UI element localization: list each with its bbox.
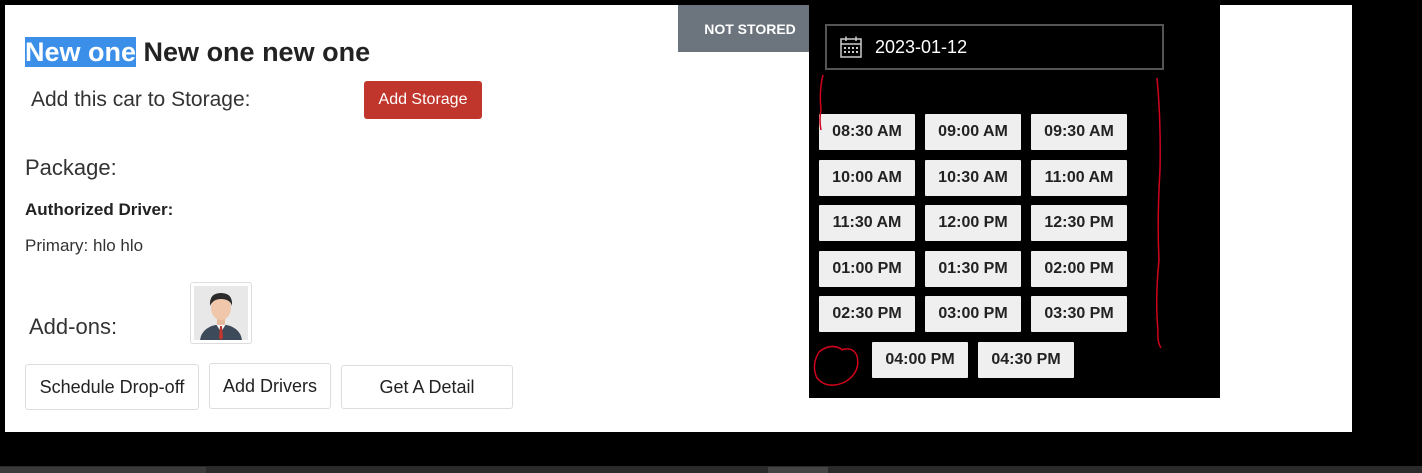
get-detail-button[interactable]: Get A Detail	[341, 365, 513, 409]
add-drivers-button[interactable]: Add Drivers	[209, 363, 331, 409]
taskbar	[0, 466, 1422, 473]
selected-date: 2023-01-12	[875, 36, 968, 57]
taskbar-segment	[768, 467, 828, 473]
red-annotation-marks	[813, 74, 1162, 386]
title-highlighted-text: New one	[25, 37, 137, 67]
add-storage-button[interactable]: Add Storage	[364, 81, 482, 119]
title-text: New one new one	[143, 37, 371, 67]
page-title: New one New one new one	[25, 34, 370, 70]
status-badge: NOT STORED	[678, 5, 822, 52]
addons-label: Add-ons:	[29, 314, 118, 339]
primary-driver-text: Primary: hlo hlo	[25, 236, 144, 255]
package-label: Package:	[25, 155, 117, 180]
calendar-icon	[840, 36, 862, 58]
avatar[interactable]	[190, 282, 252, 344]
schedule-dropoff-button[interactable]: Schedule Drop-off	[25, 364, 199, 410]
authorized-driver-heading: Authorized Driver:	[25, 200, 174, 219]
add-storage-label: Add this car to Storage:	[31, 88, 251, 111]
driver-avatar-icon	[194, 286, 248, 340]
taskbar-segment	[0, 467, 206, 473]
